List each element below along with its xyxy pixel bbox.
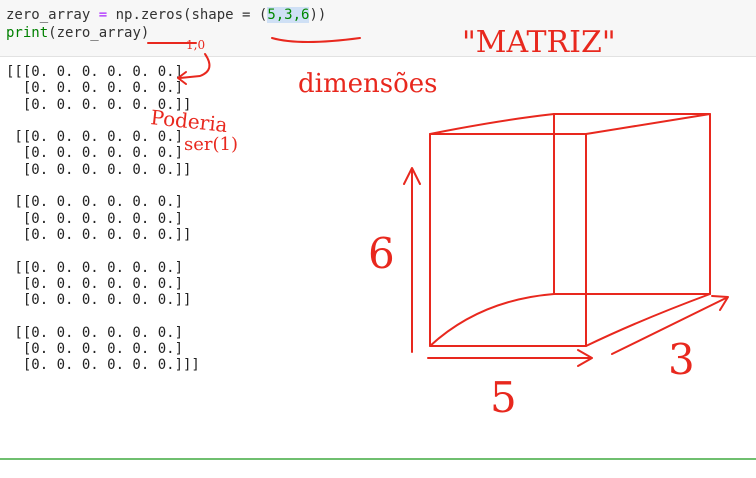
- cube-edge-bottom-left: [429, 293, 555, 347]
- cube-edge-top-right: [585, 113, 711, 135]
- width-arrow: [427, 349, 593, 367]
- dimension-depth-label: 3: [668, 335, 695, 384]
- height-arrow: [403, 167, 421, 353]
- annotation-dimensoes: dimensões: [298, 69, 437, 99]
- cube-edge-top-left: [429, 113, 555, 135]
- annotation-ser: ser(1): [184, 134, 238, 155]
- cube-back-face: [553, 113, 711, 295]
- hook-arrow: [177, 53, 211, 85]
- annotation-arrow-label: 1,0: [186, 38, 205, 52]
- underline-args: [271, 37, 361, 43]
- dimension-width-label: 5: [490, 373, 517, 422]
- dimension-height-label: 6: [368, 229, 395, 278]
- cube-front-face: [429, 133, 587, 347]
- annotation-poderia: Poderia: [149, 105, 228, 137]
- handwritten-annotations: "MATRIZ" dimensões Poderia ser(1) 1,0 6 …: [147, 25, 729, 422]
- annotation-title: "MATRIZ": [462, 25, 616, 60]
